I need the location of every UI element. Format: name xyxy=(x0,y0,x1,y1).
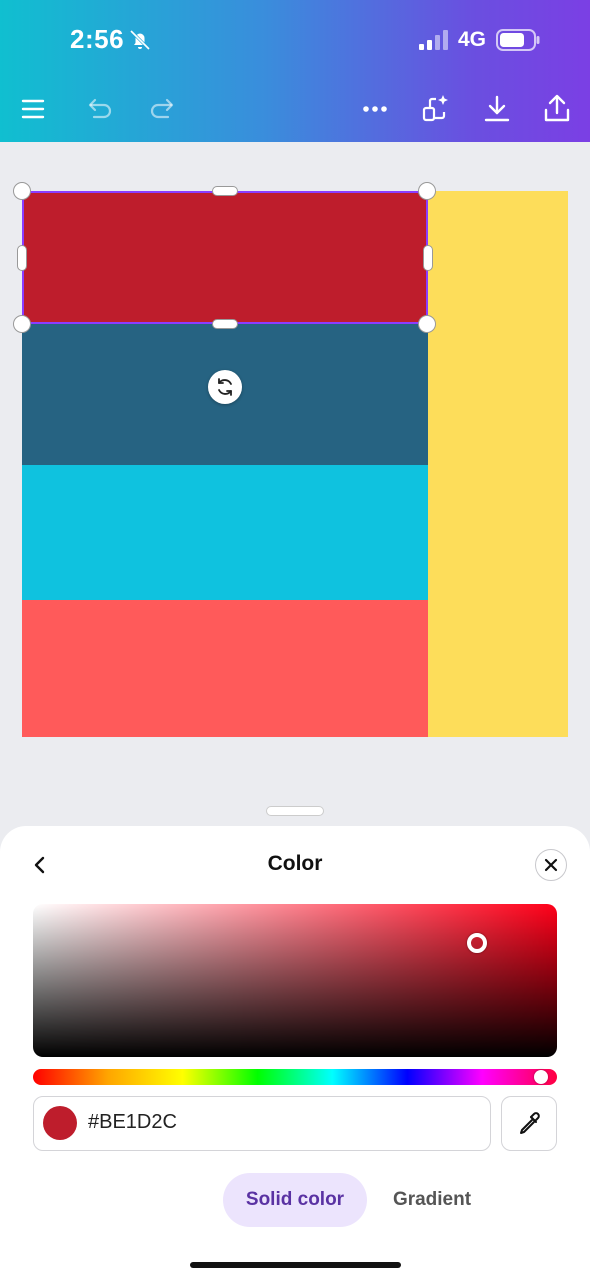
rotate-icon xyxy=(218,378,232,396)
battery-icon xyxy=(496,29,540,51)
resize-handle-top-right[interactable] xyxy=(418,182,436,200)
coral-rectangle[interactable] xyxy=(22,600,428,737)
saturation-value-picker[interactable] xyxy=(33,904,557,1057)
share-icon[interactable] xyxy=(540,92,574,126)
panel-title: Color xyxy=(267,852,323,875)
eyedropper-icon xyxy=(520,1111,540,1134)
sheet-drag-handle[interactable] xyxy=(266,806,324,816)
cyan-rectangle[interactable] xyxy=(22,465,428,600)
more-icon[interactable] xyxy=(358,92,392,126)
color-picker-cursor[interactable] xyxy=(467,933,487,953)
resize-handle-top-left[interactable] xyxy=(13,182,31,200)
close-icon xyxy=(544,858,558,872)
resize-handle-bottom-right[interactable] xyxy=(418,315,436,333)
resize-handle-right[interactable] xyxy=(423,245,433,271)
tab-gradient[interactable]: Gradient xyxy=(372,1173,492,1227)
hex-value[interactable]: #BE1D2C xyxy=(88,1111,177,1134)
close-button[interactable] xyxy=(535,849,567,881)
top-bar: 2:56 4G xyxy=(0,0,590,142)
eyedropper-button[interactable] xyxy=(501,1096,557,1151)
bell-slash-icon xyxy=(129,29,151,51)
menu-icon[interactable] xyxy=(16,92,50,126)
resize-handle-bottom-left[interactable] xyxy=(13,315,31,333)
yellow-rectangle[interactable] xyxy=(428,191,568,737)
resize-handle-bottom[interactable] xyxy=(212,319,238,329)
status-time: 2:56 xyxy=(70,24,125,54)
redo-icon[interactable] xyxy=(146,92,180,126)
magic-resize-icon[interactable] xyxy=(418,92,452,126)
hue-slider-knob[interactable] xyxy=(534,1070,548,1084)
home-indicator xyxy=(190,1262,401,1268)
download-icon[interactable] xyxy=(480,92,514,126)
resize-handle-left[interactable] xyxy=(17,245,27,271)
tab-solid-color[interactable]: Solid color xyxy=(223,1173,367,1227)
undo-icon[interactable] xyxy=(82,92,116,126)
network-type: 4G xyxy=(458,28,487,51)
hue-slider[interactable] xyxy=(33,1069,557,1085)
resize-handle-top[interactable] xyxy=(212,186,238,196)
color-swatch xyxy=(43,1106,77,1140)
rotate-handle[interactable] xyxy=(208,370,242,404)
signal-icon xyxy=(419,30,448,50)
selection-outline xyxy=(22,191,428,324)
